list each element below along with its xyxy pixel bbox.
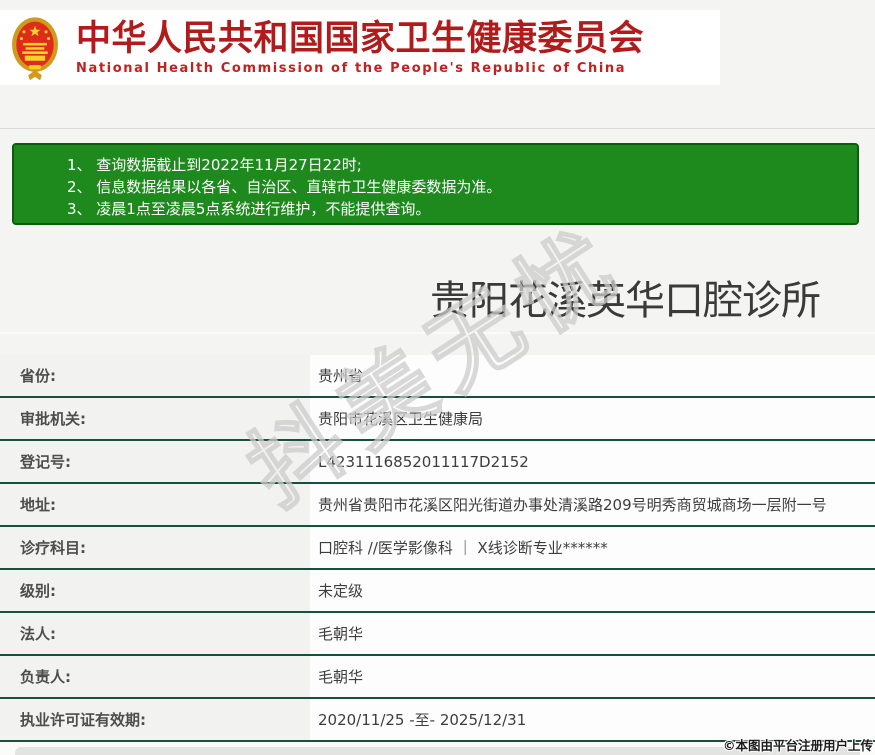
row-person-in-charge-label: 负责人: bbox=[0, 656, 310, 697]
row-treatment-subjects-label: 诊疗科目: bbox=[0, 527, 310, 568]
notice-line-2: 2、 信息数据结果以各省、自治区、直辖市卫生健康委数据为准。 bbox=[67, 178, 502, 196]
row-license-validity-label: 执业许可证有效期: bbox=[0, 699, 310, 740]
notice-line-3: 3、 凌晨1点至凌晨5点系统进行维护，不能提供查询。 bbox=[67, 200, 431, 218]
header-divider bbox=[0, 128, 875, 129]
row-province: 省份: 贵州省 bbox=[0, 355, 875, 398]
row-address-label: 地址: bbox=[0, 484, 310, 525]
row-legal-person-label: 法人: bbox=[0, 613, 310, 654]
row-approval-authority-value: 贵阳市花溪区卫生健康局 bbox=[310, 398, 875, 439]
row-province-value: 贵州省 bbox=[310, 355, 875, 396]
row-level: 级别: 未定级 bbox=[0, 570, 875, 613]
row-treatment-subjects: 诊疗科目: 口腔科 //医学影像科 ｜ X线诊断专业****** bbox=[0, 527, 875, 570]
institution-info-table: 省份: 贵州省 审批机关: 贵阳市花溪区卫生健康局 登记号: L42311168… bbox=[0, 355, 875, 742]
footer-bar bbox=[15, 747, 860, 755]
row-address-value: 贵州省贵阳市花溪区阳光街道办事处清溪路209号明秀商贸城商场一层附一号 bbox=[310, 484, 875, 525]
row-registration-number: 登记号: L4231116852011117D2152 bbox=[0, 441, 875, 484]
header-title-chinese: 中华人民共和国国家卫生健康委员会 bbox=[76, 19, 645, 59]
notice-box: 1、 查询数据截止到2022年11月27日22时; 2、 信息数据结果以各省、自… bbox=[12, 143, 859, 225]
china-national-emblem-icon bbox=[12, 16, 58, 80]
row-approval-authority-label: 审批机关: bbox=[0, 398, 310, 439]
row-province-label: 省份: bbox=[0, 355, 310, 396]
row-approval-authority: 审批机关: 贵阳市花溪区卫生健康局 bbox=[0, 398, 875, 441]
row-treatment-subjects-value: 口腔科 //医学影像科 ｜ X线诊断专业****** bbox=[310, 527, 875, 568]
header-titles: 中华人民共和国国家卫生健康委员会 National Health Commiss… bbox=[76, 19, 644, 76]
institution-name-title: 贵阳花溪英华口腔诊所 bbox=[430, 278, 821, 324]
row-legal-person-value: 毛朝华 bbox=[310, 613, 875, 654]
row-level-value: 未定级 bbox=[310, 570, 875, 611]
header-banner: 中华人民共和国国家卫生健康委员会 National Health Commiss… bbox=[0, 10, 720, 85]
header-title-english: National Health Commission of the People… bbox=[76, 61, 627, 76]
row-license-validity: 执业许可证有效期: 2020/11/25 -至- 2025/12/31 bbox=[0, 699, 875, 742]
row-registration-number-label: 登记号: bbox=[0, 441, 310, 482]
row-license-validity-value: 2020/11/25 -至- 2025/12/31 bbox=[310, 699, 875, 740]
section-divider bbox=[0, 332, 875, 334]
row-legal-person: 法人: 毛朝华 bbox=[0, 613, 875, 656]
row-level-label: 级别: bbox=[0, 570, 310, 611]
row-address: 地址: 贵州省贵阳市花溪区阳光街道办事处清溪路209号明秀商贸城商场一层附一号 bbox=[0, 484, 875, 527]
row-person-in-charge: 负责人: 毛朝华 bbox=[0, 656, 875, 699]
notice-line-1: 1、 查询数据截止到2022年11月27日22时; bbox=[67, 156, 362, 174]
row-person-in-charge-value: 毛朝华 bbox=[310, 656, 875, 697]
footer-strip bbox=[0, 742, 875, 755]
row-registration-number-value: L4231116852011117D2152 bbox=[310, 441, 875, 482]
